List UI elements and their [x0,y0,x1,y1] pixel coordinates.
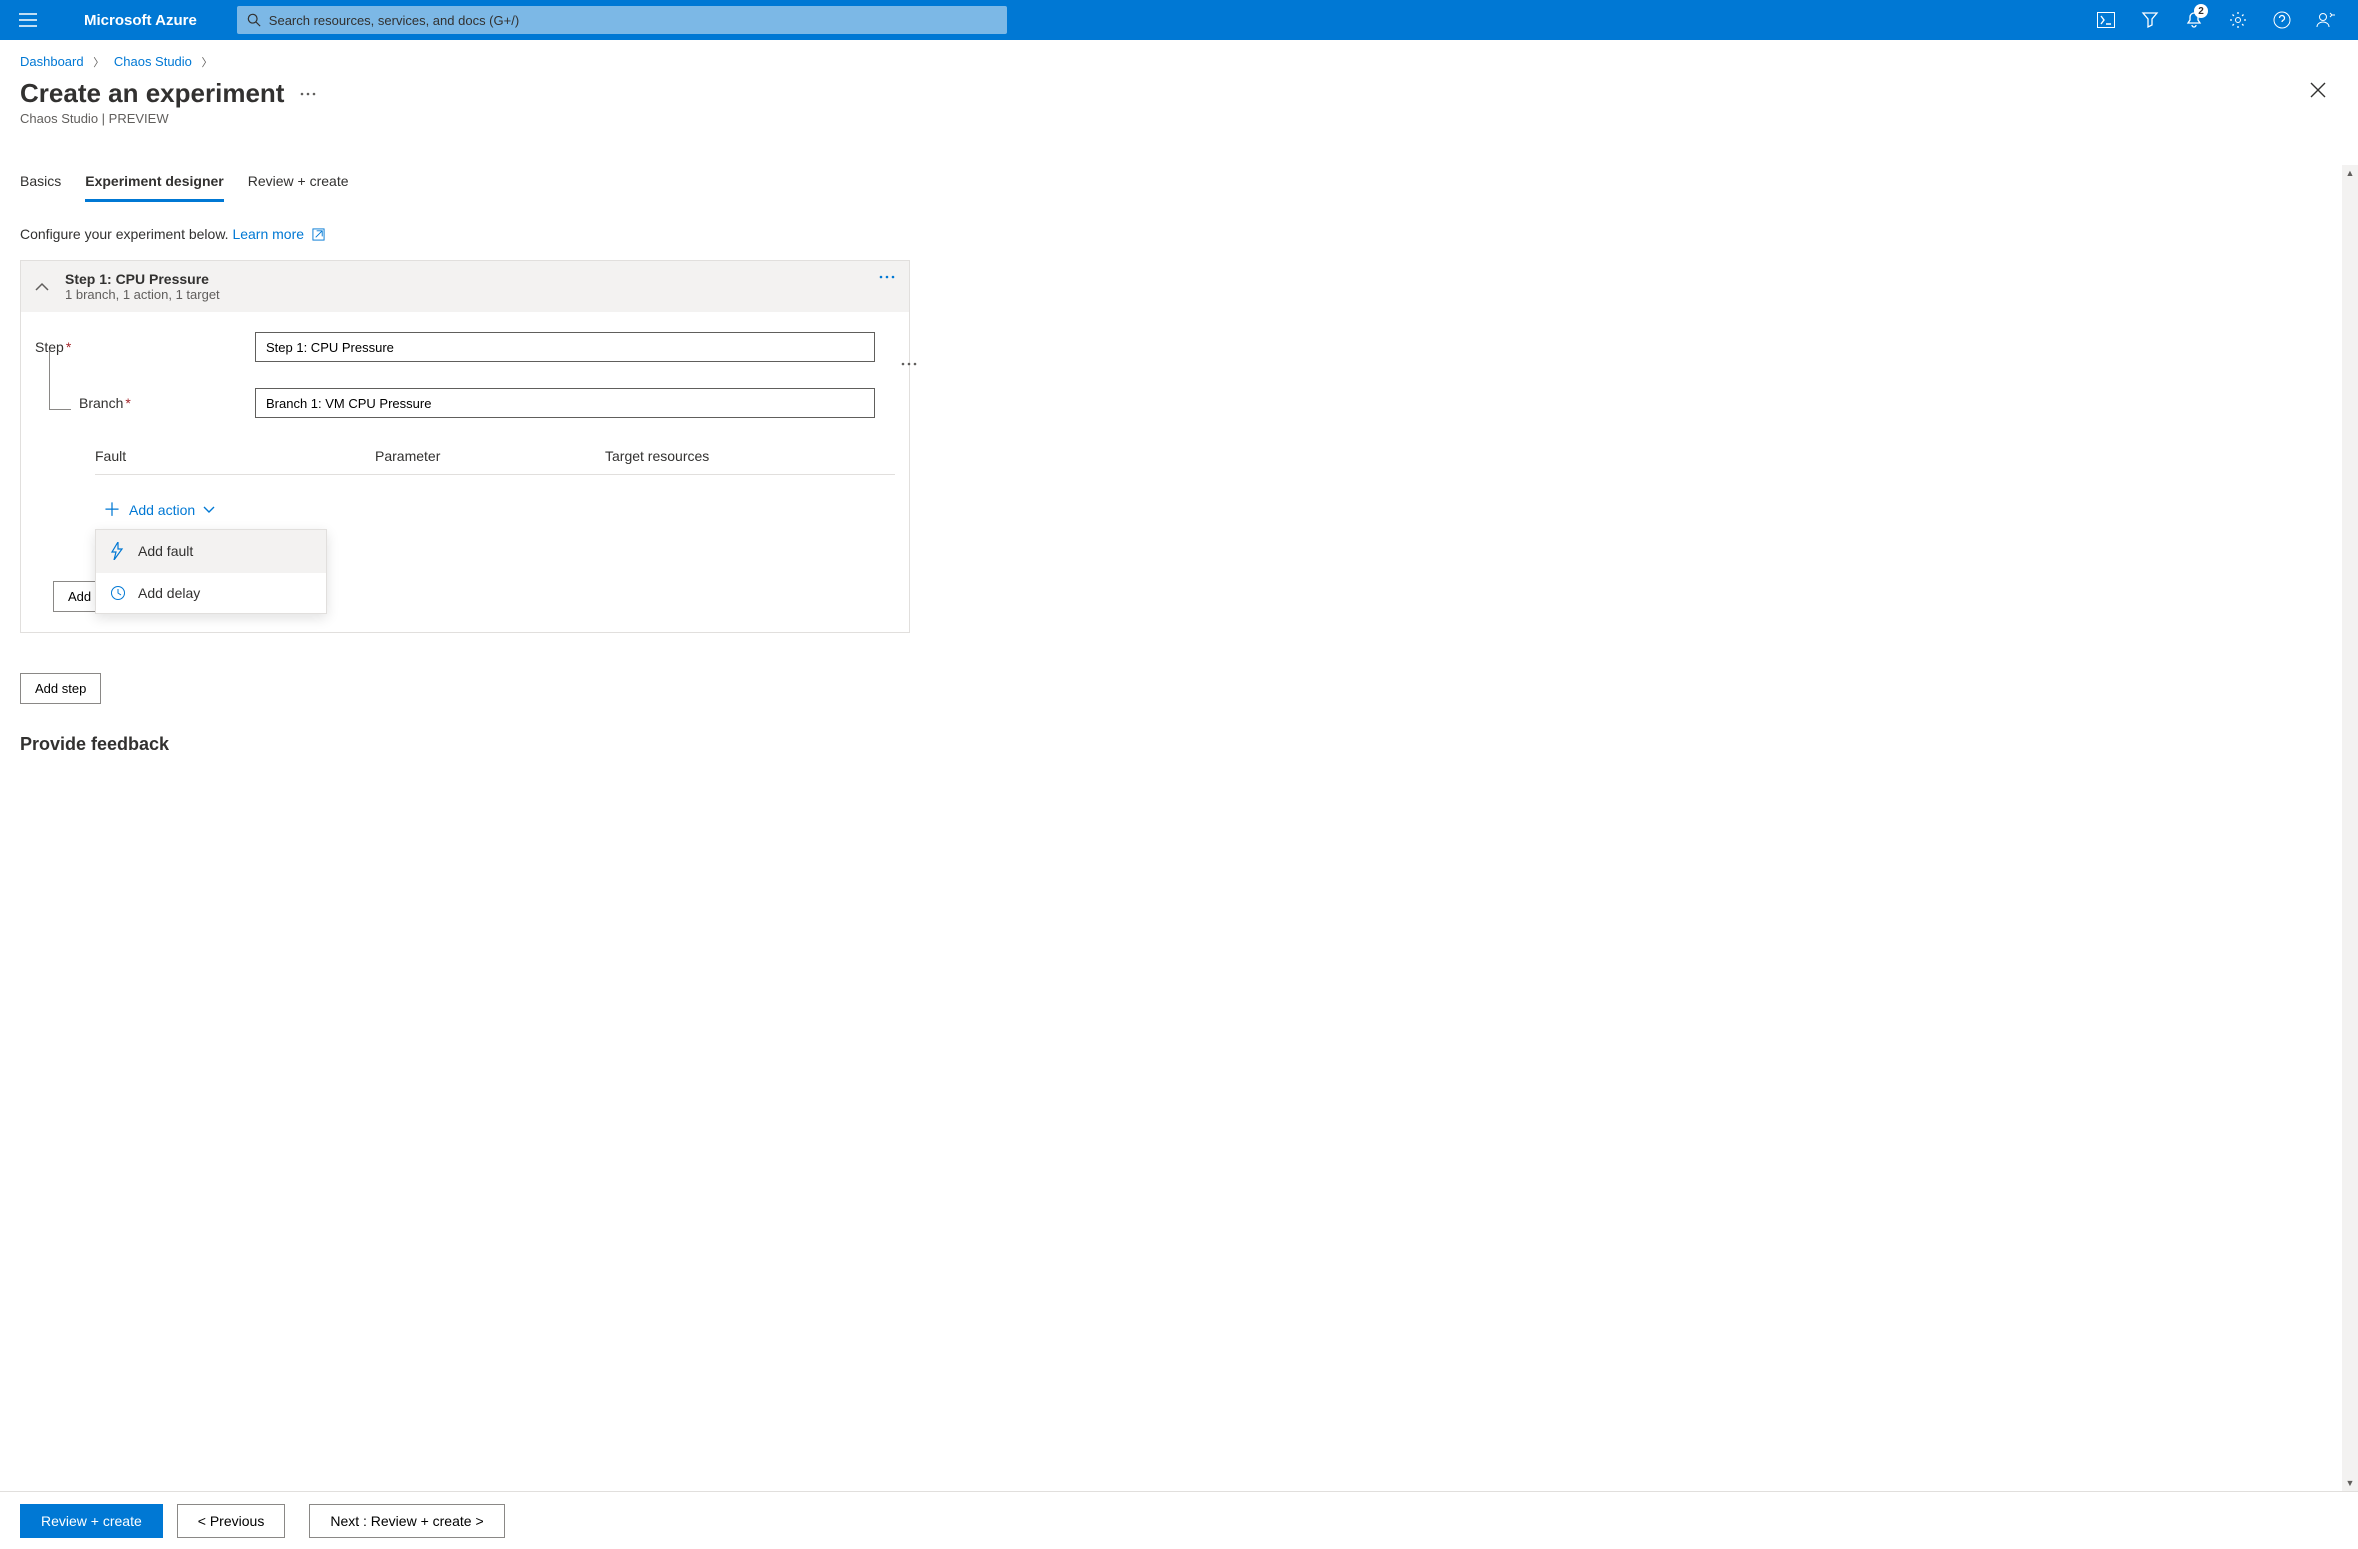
more-icon[interactable] [300,92,316,96]
brand-label[interactable]: Microsoft Azure [84,12,197,29]
branch-name-input[interactable] [255,388,875,418]
directory-filter-icon[interactable] [2130,0,2170,40]
col-parameter: Parameter [375,448,605,464]
top-header: Microsoft Azure 2 [0,0,2358,40]
previous-button[interactable]: < Previous [177,1504,286,1538]
external-link-icon [312,228,325,241]
chevron-down-icon [203,506,215,514]
branch-more-icon[interactable] [901,362,917,366]
notification-badge: 2 [2194,4,2208,18]
step-card: Step 1: CPU Pressure 1 branch, 1 action,… [20,260,910,633]
content-scroll[interactable]: Basics Experiment designer Review + crea… [0,165,2358,1491]
breadcrumb-link[interactable]: Chaos Studio [114,54,192,69]
tab-experiment-designer[interactable]: Experiment designer [85,165,224,202]
cloud-shell-icon[interactable] [2086,0,2126,40]
fault-table: Fault Parameter Target resources [95,448,895,475]
next-button[interactable]: Next : Review + create > [309,1504,504,1538]
feedback-icon[interactable] [2306,0,2346,40]
global-search-input[interactable] [269,13,997,28]
add-fault-item[interactable]: Add fault [96,530,326,573]
clock-icon [110,585,128,601]
step-card-summary: 1 branch, 1 action, 1 target [65,287,220,302]
add-delay-item[interactable]: Add delay [96,573,326,613]
chevron-right-icon: 〉 [202,57,213,69]
header-icons: 2 [2086,0,2346,40]
close-icon[interactable] [2298,78,2338,102]
global-search[interactable] [237,6,1007,34]
breadcrumb-link[interactable]: Dashboard [20,54,84,69]
feedback-heading: Provide feedback [20,734,2338,755]
col-target: Target resources [605,448,895,464]
chevron-right-icon: 〉 [93,57,104,69]
add-step-button[interactable]: Add step [20,673,101,704]
notifications-icon[interactable]: 2 [2174,0,2214,40]
step-label: Step* [35,339,255,355]
footer: Review + create < Previous Next : Review… [0,1491,2358,1549]
plus-icon: ＋ [103,501,121,519]
page-header: Create an experiment Chaos Studio | PREV… [0,78,2358,134]
page-title: Create an experiment [20,78,284,109]
step-header[interactable]: Step 1: CPU Pressure 1 branch, 1 action,… [21,261,909,312]
chevron-up-icon[interactable] [35,282,55,292]
intro-text: Configure your experiment below. Learn m… [20,226,2338,242]
tab-review-create[interactable]: Review + create [248,165,349,202]
help-icon[interactable] [2262,0,2302,40]
breadcrumb: Dashboard 〉 Chaos Studio 〉 [0,40,2358,78]
add-action-button[interactable]: ＋ Add action [95,495,223,525]
branch-label: Branch* [35,395,255,411]
lightning-icon [110,542,128,560]
scroll-up-icon[interactable]: ▲ [2342,165,2358,181]
step-more-icon[interactable] [879,275,895,279]
search-icon [247,13,261,27]
step-card-title: Step 1: CPU Pressure [65,271,220,287]
page-subtitle: Chaos Studio | PREVIEW [20,111,284,126]
col-fault: Fault [95,448,375,464]
review-create-button[interactable]: Review + create [20,1504,163,1538]
scroll-down-icon[interactable]: ▼ [2342,1475,2358,1491]
settings-icon[interactable] [2218,0,2258,40]
add-action-dropdown: Add fault Add delay [95,529,327,614]
tabs: Basics Experiment designer Review + crea… [20,165,2338,202]
hamburger-menu-icon[interactable] [12,4,44,36]
learn-more-link[interactable]: Learn more [232,226,304,242]
vertical-scrollbar[interactable]: ▲ ▼ [2342,165,2358,1491]
step-name-input[interactable] [255,332,875,362]
tab-basics[interactable]: Basics [20,165,61,202]
